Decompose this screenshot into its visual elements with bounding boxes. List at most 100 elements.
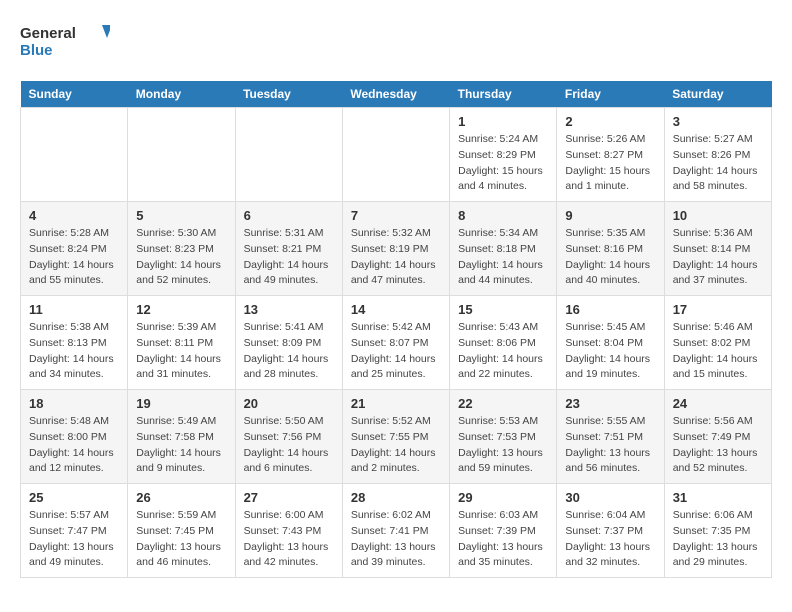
calendar-cell: 16Sunrise: 5:45 AMSunset: 8:04 PMDayligh… — [557, 296, 664, 390]
day-info: Sunrise: 5:46 AMSunset: 8:02 PMDaylight:… — [673, 320, 763, 383]
calendar-cell: 26 Sunrise: 5:59 AMSunset: 7:45 PMDayligh… — [128, 484, 235, 578]
day-number: 29 — [458, 490, 548, 505]
calendar-cell: 9 Sunrise: 5:35 AMSunset: 8:16 PMDaylight… — [557, 202, 664, 296]
calendar-cell: 20 Sunrise: 5:50 AMSunset: 7:56 PMDayligh… — [235, 390, 342, 484]
day-number: 9 — [565, 208, 655, 223]
day-info: Sunrise: 5:32 AMSunset: 8:19 PMDaylight:… — [351, 226, 441, 289]
day-info: Sunrise: 6:00 AMSunset: 7:43 PMDaylight:… — [244, 508, 334, 571]
day-number: 5 — [136, 208, 226, 223]
day-number: 27 — [244, 490, 334, 505]
day-number: 16 — [565, 302, 655, 317]
day-info: Sunrise: 5:28 AMSunset: 8:24 PMDaylight:… — [29, 226, 119, 289]
calendar-cell: 12Sunrise: 5:39 AMSunset: 8:11 PMDayligh… — [128, 296, 235, 390]
svg-text:General: General — [20, 25, 76, 42]
day-info: Sunrise: 6:06 AMSunset: 7:35 PMDaylight:… — [673, 508, 763, 571]
logo: General Blue — [20, 20, 110, 65]
calendar-cell: 30 Sunrise: 6:04 AMSunset: 7:37 PMDayligh… — [557, 484, 664, 578]
calendar-cell: 21 Sunrise: 5:52 AMSunset: 7:55 PMDayligh… — [342, 390, 449, 484]
logo-svg: General Blue — [20, 20, 110, 65]
day-info: Sunrise: 5:59 AMSunset: 7:45 PMDaylight:… — [136, 508, 226, 571]
weekday-header-friday: Friday — [557, 81, 664, 108]
weekday-header-saturday: Saturday — [664, 81, 771, 108]
calendar-cell: 28 Sunrise: 6:02 AMSunset: 7:41 PMDayligh… — [342, 484, 449, 578]
calendar-cell: 7Sunrise: 5:32 AMSunset: 8:19 PMDaylight… — [342, 202, 449, 296]
day-number: 19 — [136, 396, 226, 411]
day-number: 15 — [458, 302, 548, 317]
calendar-cell — [342, 108, 449, 202]
day-number: 24 — [673, 396, 763, 411]
day-number: 18 — [29, 396, 119, 411]
calendar-cell: 22Sunrise: 5:53 AMSunset: 7:53 PMDayligh… — [450, 390, 557, 484]
calendar-cell: 11Sunrise: 5:38 AMSunset: 8:13 PMDayligh… — [21, 296, 128, 390]
day-info: Sunrise: 5:31 AMSunset: 8:21 PMDaylight:… — [244, 226, 334, 289]
day-info: Sunrise: 6:04 AMSunset: 7:37 PMDaylight:… — [565, 508, 655, 571]
day-info: Sunrise: 5:26 AMSunset: 8:27 PMDaylight:… — [565, 132, 655, 195]
day-number: 26 — [136, 490, 226, 505]
calendar-cell: 23 Sunrise: 5:55 AMSunset: 7:51 PMDayligh… — [557, 390, 664, 484]
day-info: Sunrise: 6:02 AMSunset: 7:41 PMDaylight:… — [351, 508, 441, 571]
day-info: Sunrise: 5:49 AMSunset: 7:58 PMDaylight:… — [136, 414, 226, 477]
calendar-cell: 13 Sunrise: 5:41 AMSunset: 8:09 PMDayligh… — [235, 296, 342, 390]
day-number: 1 — [458, 114, 548, 129]
calendar-cell: 1 Sunrise: 5:24 AMSunset: 8:29 PMDaylight… — [450, 108, 557, 202]
calendar-cell: 31 Sunrise: 6:06 AMSunset: 7:35 PMDayligh… — [664, 484, 771, 578]
calendar-cell: 27 Sunrise: 6:00 AMSunset: 7:43 PMDayligh… — [235, 484, 342, 578]
calendar-cell: 6 Sunrise: 5:31 AMSunset: 8:21 PMDaylight… — [235, 202, 342, 296]
calendar-cell: 18 Sunrise: 5:48 AMSunset: 8:00 PMDayligh… — [21, 390, 128, 484]
day-number: 14 — [351, 302, 441, 317]
calendar-cell — [235, 108, 342, 202]
calendar-cell: 24 Sunrise: 5:56 AMSunset: 7:49 PMDayligh… — [664, 390, 771, 484]
page-header: General Blue — [20, 20, 772, 65]
calendar-cell: 29 Sunrise: 6:03 AMSunset: 7:39 PMDayligh… — [450, 484, 557, 578]
day-number: 8 — [458, 208, 548, 223]
day-number: 22 — [458, 396, 548, 411]
calendar-cell — [21, 108, 128, 202]
weekday-header-thursday: Thursday — [450, 81, 557, 108]
day-info: Sunrise: 5:43 AMSunset: 8:06 PMDaylight:… — [458, 320, 548, 383]
calendar-cell: 14 Sunrise: 5:42 AMSunset: 8:07 PMDayligh… — [342, 296, 449, 390]
weekday-header-tuesday: Tuesday — [235, 81, 342, 108]
weekday-header-sunday: Sunday — [21, 81, 128, 108]
day-info: Sunrise: 5:36 AMSunset: 8:14 PMDaylight:… — [673, 226, 763, 289]
day-info: Sunrise: 5:24 AMSunset: 8:29 PMDaylight:… — [458, 132, 548, 195]
day-info: Sunrise: 5:35 AMSunset: 8:16 PMDaylight:… — [565, 226, 655, 289]
day-info: Sunrise: 5:39 AMSunset: 8:11 PMDaylight:… — [136, 320, 226, 383]
day-info: Sunrise: 5:41 AMSunset: 8:09 PMDaylight:… — [244, 320, 334, 383]
day-info: Sunrise: 5:50 AMSunset: 7:56 PMDaylight:… — [244, 414, 334, 477]
calendar-cell — [128, 108, 235, 202]
day-number: 21 — [351, 396, 441, 411]
day-number: 28 — [351, 490, 441, 505]
calendar-cell: 10Sunrise: 5:36 AMSunset: 8:14 PMDayligh… — [664, 202, 771, 296]
day-info: Sunrise: 5:57 AMSunset: 7:47 PMDaylight:… — [29, 508, 119, 571]
day-info: Sunrise: 5:27 AMSunset: 8:26 PMDaylight:… — [673, 132, 763, 195]
day-info: Sunrise: 5:38 AMSunset: 8:13 PMDaylight:… — [29, 320, 119, 383]
calendar-cell: 5 Sunrise: 5:30 AMSunset: 8:23 PMDaylight… — [128, 202, 235, 296]
day-number: 17 — [673, 302, 763, 317]
day-number: 6 — [244, 208, 334, 223]
calendar-cell: 17 Sunrise: 5:46 AMSunset: 8:02 PMDayligh… — [664, 296, 771, 390]
day-info: Sunrise: 5:52 AMSunset: 7:55 PMDaylight:… — [351, 414, 441, 477]
calendar-cell: 15 Sunrise: 5:43 AMSunset: 8:06 PMDayligh… — [450, 296, 557, 390]
day-number: 2 — [565, 114, 655, 129]
day-info: Sunrise: 6:03 AMSunset: 7:39 PMDaylight:… — [458, 508, 548, 571]
svg-text:Blue: Blue — [20, 42, 53, 59]
calendar-table: SundayMondayTuesdayWednesdayThursdayFrid… — [20, 81, 772, 578]
day-info: Sunrise: 5:55 AMSunset: 7:51 PMDaylight:… — [565, 414, 655, 477]
day-number: 23 — [565, 396, 655, 411]
day-number: 3 — [673, 114, 763, 129]
day-info: Sunrise: 5:42 AMSunset: 8:07 PMDaylight:… — [351, 320, 441, 383]
day-info: Sunrise: 5:34 AMSunset: 8:18 PMDaylight:… — [458, 226, 548, 289]
weekday-header-wednesday: Wednesday — [342, 81, 449, 108]
day-number: 30 — [565, 490, 655, 505]
weekday-header-monday: Monday — [128, 81, 235, 108]
day-number: 20 — [244, 396, 334, 411]
calendar-cell: 25Sunrise: 5:57 AMSunset: 7:47 PMDayligh… — [21, 484, 128, 578]
calendar-cell: 3 Sunrise: 5:27 AMSunset: 8:26 PMDaylight… — [664, 108, 771, 202]
day-number: 13 — [244, 302, 334, 317]
day-number: 31 — [673, 490, 763, 505]
day-info: Sunrise: 5:48 AMSunset: 8:00 PMDaylight:… — [29, 414, 119, 477]
calendar-cell: 8 Sunrise: 5:34 AMSunset: 8:18 PMDaylight… — [450, 202, 557, 296]
day-number: 4 — [29, 208, 119, 223]
day-info: Sunrise: 5:30 AMSunset: 8:23 PMDaylight:… — [136, 226, 226, 289]
day-info: Sunrise: 5:56 AMSunset: 7:49 PMDaylight:… — [673, 414, 763, 477]
